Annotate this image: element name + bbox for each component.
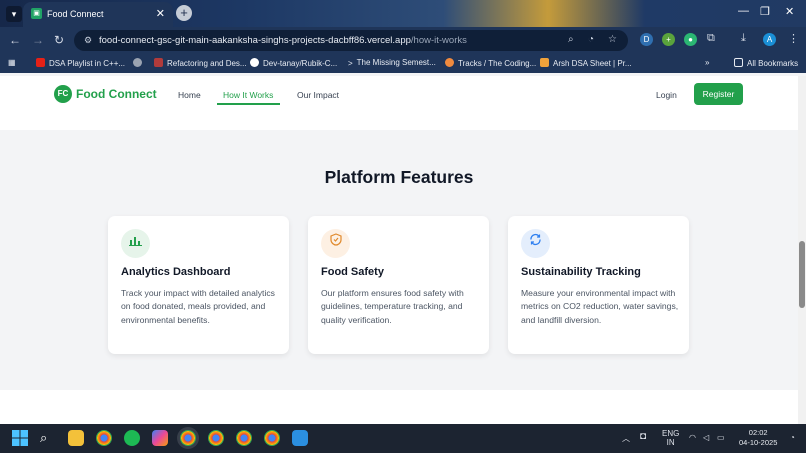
- feature-card-food-safety: Food Safety Our platform ensures food sa…: [308, 216, 489, 354]
- feature-description: Track your impact with detailed analytic…: [121, 288, 275, 325]
- browser-tab[interactable]: ▣ Food Connect ✕: [23, 2, 173, 27]
- download-icon[interactable]: ⤓: [741, 32, 746, 45]
- windows-start-icon[interactable]: [12, 430, 28, 446]
- chart-icon: [121, 229, 150, 258]
- more-bookmarks-icon[interactable]: »: [705, 58, 709, 67]
- system-clock[interactable]: 02:02 04-10-2025: [739, 428, 777, 448]
- tab-search-icon[interactable]: ▾: [6, 6, 22, 22]
- globe-icon: [133, 58, 142, 67]
- web-page: FC Food Connect Home How It Works Our Im…: [0, 76, 798, 424]
- shield-icon: [321, 229, 350, 258]
- restore-icon[interactable]: ❐: [760, 5, 770, 18]
- chrome-profile-2-icon[interactable]: [208, 430, 224, 446]
- scrollbar-thumb[interactable]: [799, 241, 805, 308]
- search-icon[interactable]: ⌕: [40, 430, 56, 446]
- chrome-icon[interactable]: [96, 430, 112, 446]
- volume-icon[interactable]: ◁: [703, 433, 709, 442]
- tab-close-icon[interactable]: ✕: [156, 7, 165, 20]
- folder-icon: [734, 58, 743, 67]
- nav-our-impact[interactable]: Our Impact: [297, 90, 339, 100]
- notification-bell-icon[interactable]: ◔: [790, 433, 795, 442]
- apps-grid-icon[interactable]: ▦: [8, 58, 16, 67]
- browser-tab-bar: ▾ ▣ Food Connect ✕ + — ❐ ✕: [0, 0, 806, 27]
- logo-badge[interactable]: FC: [54, 85, 72, 103]
- performance-icon[interactable]: ◔: [588, 34, 594, 45]
- register-button[interactable]: Register: [694, 83, 743, 105]
- tab-title: Food Connect: [47, 9, 104, 19]
- bookmark-tracks[interactable]: Tracks / The Coding...: [445, 58, 536, 68]
- nav-home[interactable]: Home: [178, 90, 201, 100]
- windows-taskbar: ⌕ ︿ ◘ ENG IN ◠ ◁ ▭ 02:02 04-10-2025 ◔: [0, 424, 806, 453]
- arsh-icon: [540, 58, 549, 67]
- tray-app-icon[interactable]: ◘: [640, 431, 646, 442]
- copilot-icon[interactable]: [152, 430, 168, 446]
- tracks-icon: [445, 58, 454, 67]
- url-text: food-connect-gsc-git-main-aakanksha-sing…: [99, 35, 467, 46]
- bookmarks-bar: ▦ DSA Playlist in C++... Refactoring and…: [0, 53, 806, 73]
- extension-d-icon[interactable]: D: [640, 33, 653, 46]
- youtube-icon: [36, 58, 45, 67]
- feature-card-sustainability: Sustainability Tracking Measure your env…: [508, 216, 689, 354]
- url-bar[interactable]: ⚙ food-connect-gsc-git-main-aakanksha-si…: [74, 30, 628, 51]
- address-toolbar: ← → ↻ ⚙ food-connect-gsc-git-main-aakank…: [0, 27, 806, 53]
- language-indicator[interactable]: ENG IN: [662, 429, 679, 447]
- feature-title: Analytics Dashboard: [121, 266, 231, 278]
- feature-title: Food Safety: [321, 266, 384, 278]
- close-window-icon[interactable]: ✕: [785, 5, 794, 18]
- chrome-profile-4-icon[interactable]: [264, 430, 280, 446]
- logo-text[interactable]: Food Connect: [76, 87, 157, 101]
- site-info-icon[interactable]: ⚙: [84, 35, 92, 46]
- chrome-profile-icon[interactable]: [180, 430, 196, 446]
- section-divider: [0, 112, 798, 130]
- battery-icon[interactable]: ▭: [717, 433, 725, 442]
- spotify-icon[interactable]: [124, 430, 140, 446]
- file-explorer-icon[interactable]: [68, 430, 84, 446]
- bookmark-missing-semester[interactable]: > The Missing Semest...: [348, 58, 436, 68]
- bookmark-dsa-playlist[interactable]: DSA Playlist in C++...: [36, 58, 125, 68]
- extension-plus-icon[interactable]: +: [662, 33, 675, 46]
- bookmark-star-icon[interactable]: ☆: [608, 34, 617, 45]
- new-tab-button[interactable]: +: [176, 5, 192, 21]
- terminal-icon: >: [348, 59, 353, 68]
- section-title: Platform Features: [324, 167, 474, 187]
- forward-icon[interactable]: →: [32, 33, 44, 47]
- bookmark-refactoring[interactable]: Refactoring and Des...: [154, 58, 247, 68]
- feature-title: Sustainability Tracking: [521, 266, 641, 278]
- back-icon[interactable]: ←: [9, 33, 21, 47]
- github-icon: [250, 58, 259, 67]
- menu-kebab-icon[interactable]: ⋮: [788, 32, 799, 45]
- extensions-puzzle-icon[interactable]: ⧉: [707, 32, 715, 45]
- bookmark-globe[interactable]: [133, 58, 146, 68]
- refresh-icon: [521, 229, 550, 258]
- nav-how-it-works[interactable]: How It Works: [223, 90, 273, 100]
- reload-icon[interactable]: ↻: [54, 33, 64, 47]
- profile-avatar[interactable]: A: [763, 33, 776, 46]
- next-section: [0, 390, 798, 424]
- feature-description: Measure your environmental impact with m…: [521, 288, 679, 325]
- feature-card-analytics: Analytics Dashboard Track your impact wi…: [108, 216, 289, 354]
- refactoring-icon: [154, 58, 163, 67]
- extension-green-icon[interactable]: ●: [684, 33, 697, 46]
- site-navbar: FC Food Connect Home How It Works Our Im…: [0, 76, 798, 112]
- vscode-icon[interactable]: [292, 430, 308, 446]
- bookmark-arsh-dsa[interactable]: Arsh DSA Sheet | Pr...: [540, 58, 632, 68]
- minimize-icon[interactable]: —: [738, 5, 749, 17]
- zoom-icon[interactable]: ⌕: [568, 34, 574, 45]
- tab-favicon-icon: ▣: [31, 8, 42, 19]
- wifi-icon[interactable]: ◠: [689, 433, 696, 442]
- all-bookmarks[interactable]: All Bookmarks: [734, 58, 798, 68]
- chrome-profile-3-icon[interactable]: [236, 430, 252, 446]
- bookmark-rubik[interactable]: Dev-tanay/Rubik-C...: [250, 58, 337, 68]
- login-link[interactable]: Login: [656, 90, 677, 100]
- active-nav-underline: [217, 103, 280, 105]
- tray-chevron-icon[interactable]: ︿: [622, 433, 630, 444]
- feature-description: Our platform ensures food safety with gu…: [321, 288, 464, 325]
